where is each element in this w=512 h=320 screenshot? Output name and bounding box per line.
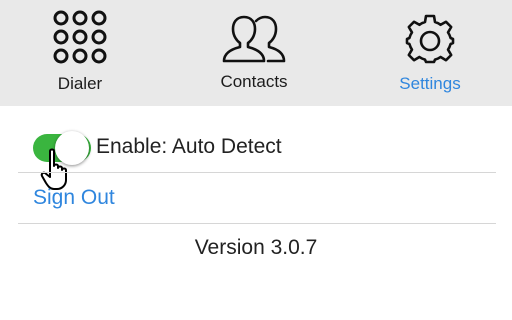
auto-detect-label: Enable: Auto Detect xyxy=(96,135,282,158)
tab-dialer[interactable]: Dialer xyxy=(20,0,140,106)
tab-contacts[interactable]: Contacts xyxy=(194,0,314,106)
tab-settings-label: Settings xyxy=(399,74,461,93)
top-navigation: Dialer Contacts Settings xyxy=(0,0,512,106)
toggle-knob[interactable] xyxy=(55,131,89,165)
divider xyxy=(18,223,496,224)
dialpad-icon xyxy=(20,8,140,70)
auto-detect-toggle[interactable] xyxy=(33,131,91,165)
divider xyxy=(18,172,496,173)
contacts-icon xyxy=(194,8,314,70)
tab-contacts-label: Contacts xyxy=(220,72,288,91)
gear-icon xyxy=(370,8,490,70)
sign-out-link[interactable]: Sign Out xyxy=(33,186,115,210)
version-text: Version 3.0.7 xyxy=(194,236,318,259)
app-window: Dialer Contacts Settings Enable: Auto De… xyxy=(0,0,512,320)
tab-settings[interactable]: Settings xyxy=(370,0,490,106)
tab-dialer-label: Dialer xyxy=(57,74,103,93)
